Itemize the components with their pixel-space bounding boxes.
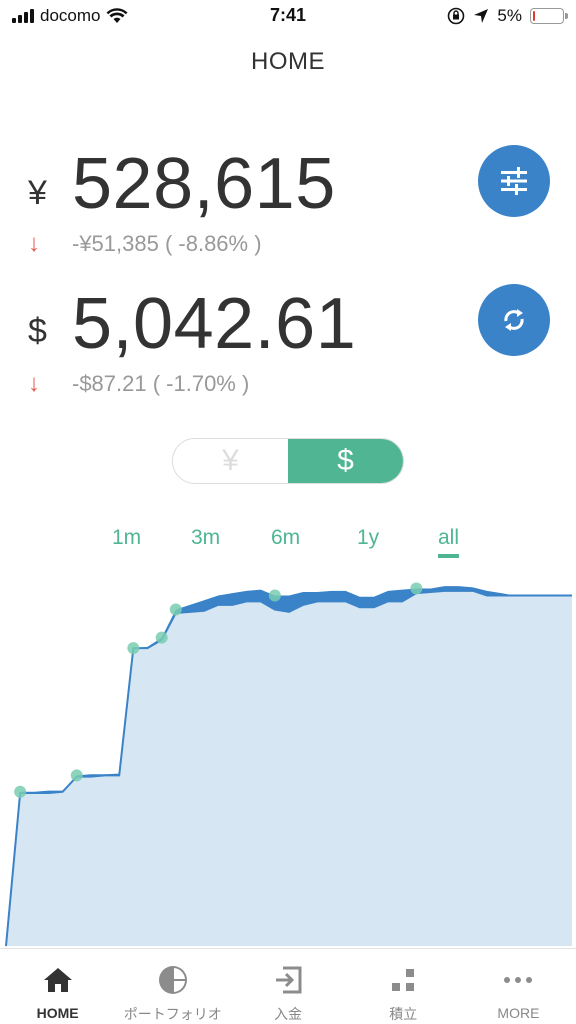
usd-change-value: -$87.21 ( -1.70% )	[72, 371, 250, 396]
down-arrow-icon: ↓	[28, 370, 40, 397]
page-title: HOME	[251, 48, 325, 75]
range-tabs: 1m 3m 6m 1y all	[0, 526, 576, 562]
chart-marker	[155, 631, 168, 644]
usd-change: ↓ -$87.21 ( -1.70% )	[28, 370, 249, 398]
orientation-lock-icon	[448, 7, 465, 25]
tab-1m[interactable]: 1m	[112, 526, 141, 550]
tab-all[interactable]: all	[438, 526, 460, 558]
nav-portfolio[interactable]: ポートフォリオ	[115, 949, 230, 1024]
nav-home-label: HOME	[36, 1005, 79, 1021]
location-icon	[474, 9, 489, 23]
nav-deposit-label: 入金	[274, 1006, 302, 1022]
tab-1y-label: 1y	[357, 526, 380, 549]
tab-1y[interactable]: 1y	[357, 526, 379, 550]
status-bar: docomo 7:41 5%	[0, 0, 576, 34]
pie-chart-icon	[156, 963, 190, 996]
balance-chart[interactable]	[0, 570, 576, 950]
toggle-yen[interactable]: ¥	[173, 439, 288, 483]
currency-toggle: ¥ $	[172, 438, 404, 484]
chart-marker	[169, 603, 182, 616]
nav-savings[interactable]: 積立	[346, 949, 461, 1024]
blocks-icon	[386, 963, 420, 996]
battery-fill	[533, 11, 535, 21]
yen-amount: 528,615	[72, 144, 336, 224]
nav-more[interactable]: MORE	[461, 949, 576, 1024]
refresh-icon	[504, 309, 524, 331]
chart-marker	[410, 582, 423, 595]
chart-marker	[70, 769, 83, 782]
status-right: 5%	[447, 6, 568, 26]
yen-change-value: -¥51,385 ( -8.86% )	[72, 231, 262, 256]
home-icon	[41, 963, 75, 997]
nav-portfolio-label: ポートフォリオ	[123, 1006, 222, 1022]
toggle-usd[interactable]: $	[288, 439, 403, 483]
nav-more-label: MORE	[497, 1005, 540, 1021]
battery-percent: 5%	[497, 6, 522, 25]
refresh-button[interactable]	[478, 284, 550, 356]
yen-change: ↓ -¥51,385 ( -8.86% )	[28, 230, 262, 258]
deposit-icon	[271, 963, 305, 996]
tab-6m[interactable]: 6m	[271, 526, 300, 550]
tab-3m[interactable]: 3m	[191, 526, 220, 550]
bottom-nav: HOME ポートフォリオ 入金 積立 MORE	[0, 948, 576, 1024]
down-arrow-icon: ↓	[28, 230, 40, 257]
usd-balance: $ 5,042.61 ↓ -$87.21 ( -1.70% )	[0, 282, 576, 402]
chart-marker	[14, 785, 27, 798]
tab-1m-label: 1m	[112, 526, 142, 549]
usd-amount: 5,042.61	[72, 284, 357, 364]
tab-3m-label: 3m	[191, 526, 221, 549]
usd-currency-symbol: $	[28, 312, 47, 350]
more-icon	[501, 963, 535, 997]
chart-marker	[268, 589, 281, 602]
chart-marker	[127, 642, 140, 655]
yen-balance: ¥ 528,615 ↓ -¥51,385 ( -8.86% )	[0, 140, 576, 260]
nav-savings-label: 積立	[389, 1006, 418, 1022]
chart-area-fill	[6, 590, 572, 946]
tab-all-label: all	[438, 526, 460, 549]
filter-settings-button[interactable]	[478, 145, 550, 217]
nav-home[interactable]: HOME	[0, 949, 115, 1024]
battery-icon	[530, 8, 568, 24]
tab-6m-label: 6m	[271, 526, 301, 549]
nav-deposit[interactable]: 入金	[230, 949, 345, 1024]
tab-underline	[438, 554, 460, 558]
sliders-icon	[501, 167, 527, 195]
yen-currency-symbol: ¥	[28, 174, 47, 212]
